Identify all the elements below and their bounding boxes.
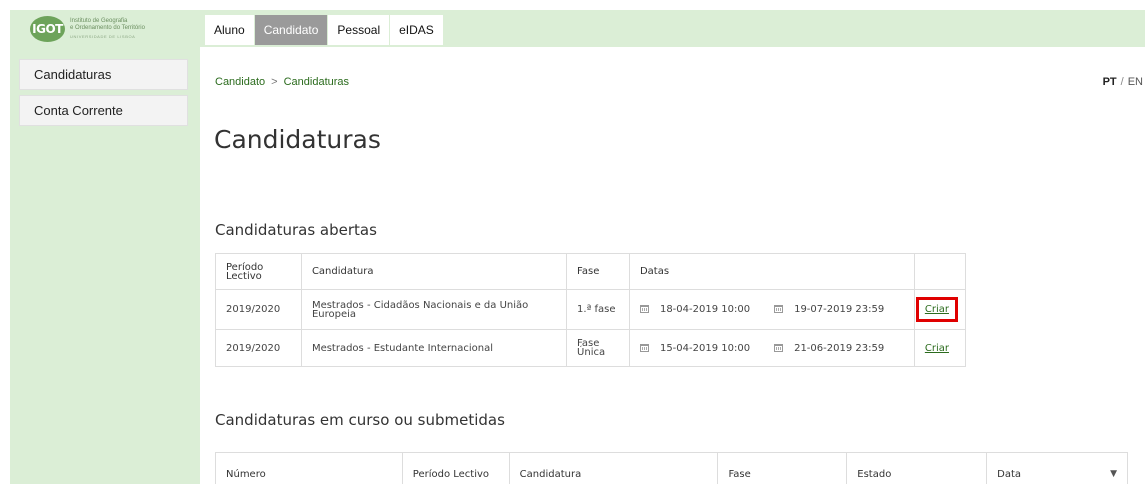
tab-candidato[interactable]: Candidato bbox=[254, 15, 328, 45]
table-row: 2019/2020 Mestrados - Estudante Internac… bbox=[215, 329, 967, 367]
criar-link[interactable]: Criar bbox=[925, 343, 949, 354]
col-action bbox=[913, 253, 967, 290]
cell-action: Criar bbox=[913, 329, 967, 367]
col-estado: Estado bbox=[846, 452, 988, 484]
col-periodo-lectivo: Período Lectivo bbox=[215, 253, 302, 290]
logo-line-3: UNIVERSIDADE DE LISBOA bbox=[70, 34, 136, 39]
calendar-icon bbox=[774, 343, 784, 352]
logo-line-1: Instituto de Geografia bbox=[70, 18, 128, 24]
cell-datas: 15-04-2019 10:00 21-06-2019 23:59 bbox=[628, 329, 915, 367]
language-en[interactable]: EN bbox=[1128, 76, 1143, 88]
logo-text: Instituto de Geografia e Ordenamento do … bbox=[70, 18, 145, 40]
sidebar-item-conta-corrente[interactable]: Conta Corrente bbox=[19, 95, 188, 126]
col-fase: Fase bbox=[717, 452, 848, 484]
page-title: Candidaturas bbox=[214, 125, 381, 154]
cell-candidatura: Mestrados - Cidadãos Nacionais e da Uniã… bbox=[300, 289, 568, 330]
tab-eidas[interactable]: eIDAS bbox=[390, 15, 443, 45]
table-row: 2019/2020 Mestrados - Cidadãos Nacionais… bbox=[215, 289, 967, 330]
logo-line-2: e Ordenamento do Território bbox=[70, 25, 145, 31]
cell-fase: Fase Única bbox=[566, 329, 630, 367]
col-datas: Datas bbox=[628, 253, 915, 290]
cell-datas: 18-04-2019 10:00 19-07-2019 23:59 bbox=[628, 289, 915, 330]
main-content: Candidato > Candidaturas PT / EN Candidatura… bbox=[200, 47, 1145, 484]
tab-aluno[interactable]: Aluno bbox=[205, 15, 254, 45]
col-candidatura: Candidatura bbox=[508, 452, 719, 484]
logo-mark: IGOT bbox=[30, 16, 65, 42]
date-end: 21-06-2019 23:59 bbox=[794, 342, 885, 354]
sort-desc-icon[interactable]: ▼ bbox=[1110, 469, 1117, 479]
date-start: 18-04-2019 10:00 bbox=[659, 304, 751, 315]
submitted-applications-table: Número Período Lectivo Candidatura Fase … bbox=[215, 452, 1128, 484]
table-header-row: Número Período Lectivo Candidatura Fase … bbox=[215, 452, 1128, 484]
col-candidatura: Candidatura bbox=[300, 253, 568, 290]
col-fase: Fase bbox=[566, 253, 630, 290]
calendar-icon bbox=[774, 305, 784, 313]
cell-action: Criar bbox=[913, 289, 967, 330]
cell-fase: 1.ª fase bbox=[566, 289, 630, 330]
breadcrumb: Candidato > Candidaturas bbox=[215, 76, 349, 88]
criar-link[interactable]: Criar bbox=[915, 297, 958, 322]
col-data[interactable]: Data ▼ bbox=[986, 452, 1128, 484]
col-data-label: Data bbox=[997, 469, 1022, 480]
sidebar-item-candidaturas[interactable]: Candidaturas bbox=[19, 59, 188, 90]
col-numero: Número bbox=[215, 452, 403, 484]
language-switcher: PT / EN bbox=[1103, 76, 1143, 88]
cell-candidatura: Mestrados - Estudante Internacional bbox=[300, 329, 568, 367]
breadcrumb-separator: > bbox=[271, 76, 278, 88]
open-applications-table: Período Lectivo Candidatura Fase Datas 2… bbox=[215, 253, 967, 367]
open-applications-title: Candidaturas abertas bbox=[215, 221, 377, 239]
language-separator: / bbox=[1120, 76, 1124, 88]
calendar-icon bbox=[639, 305, 649, 313]
date-start: 15-04-2019 10:00 bbox=[659, 342, 751, 354]
submitted-applications-title: Candidaturas em curso ou submetidas bbox=[215, 411, 505, 429]
date-end: 19-07-2019 23:59 bbox=[794, 304, 885, 315]
calendar-icon bbox=[639, 343, 649, 352]
tab-pessoal[interactable]: Pessoal bbox=[328, 15, 390, 45]
breadcrumb-root[interactable]: Candidato bbox=[215, 76, 265, 88]
cell-periodo: 2019/2020 bbox=[215, 289, 302, 330]
cell-periodo: 2019/2020 bbox=[215, 329, 302, 367]
logo[interactable]: IGOT Instituto de Geografia e Ordenament… bbox=[30, 15, 200, 43]
table-header-row: Período Lectivo Candidatura Fase Datas bbox=[215, 253, 967, 290]
top-tabs: Aluno Candidato Pessoal eIDAS bbox=[205, 15, 444, 45]
breadcrumb-current[interactable]: Candidaturas bbox=[284, 76, 349, 88]
language-pt[interactable]: PT bbox=[1103, 76, 1117, 88]
col-periodo-lectivo: Período Lectivo bbox=[401, 452, 510, 484]
